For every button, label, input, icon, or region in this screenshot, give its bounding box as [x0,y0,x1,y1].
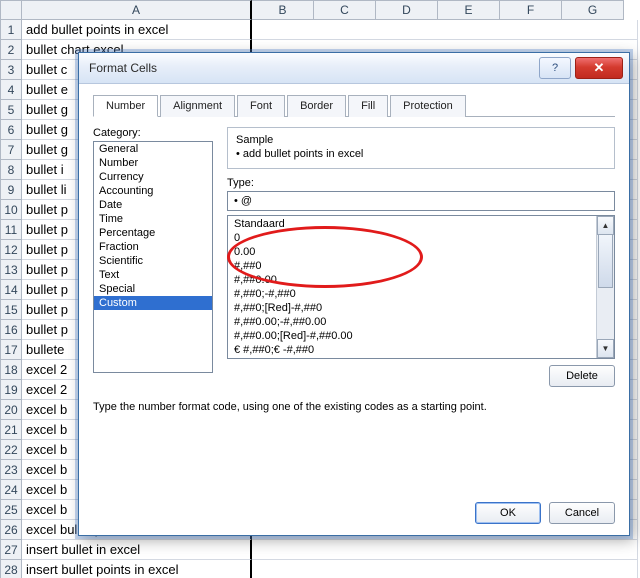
row-header[interactable]: 18 [0,360,22,380]
select-all-corner[interactable] [0,0,22,20]
category-item[interactable]: Accounting [94,184,212,198]
ok-button[interactable]: OK [475,502,541,524]
format-code-item[interactable]: #,##0.00;-#,##0.00 [228,315,614,329]
cell[interactable]: insert bullet in excel [22,540,252,560]
column-header-B[interactable]: B [252,0,314,20]
format-code-item[interactable]: #,##0.00;[Red]-#,##0.00 [228,329,614,343]
format-list-scrollbar[interactable]: ▲ ▼ [596,216,614,358]
column-header-E[interactable]: E [438,0,500,20]
column-header-F[interactable]: F [500,0,562,20]
tab-border[interactable]: Border [287,95,346,117]
column-header-C[interactable]: C [314,0,376,20]
dialog-tabs: NumberAlignmentFontBorderFillProtection [93,94,615,117]
format-code-item[interactable]: #,##0.00 [228,273,614,287]
row-header[interactable]: 2 [0,40,22,60]
format-code-item[interactable]: 0 [228,231,614,245]
close-icon: ✕ [594,60,605,76]
scroll-down-button[interactable]: ▼ [597,339,614,358]
row-header[interactable]: 16 [0,320,22,340]
tab-fill[interactable]: Fill [348,95,388,117]
row-header[interactable]: 21 [0,420,22,440]
column-header-A[interactable]: A [22,0,252,20]
close-button[interactable]: ✕ [575,57,623,79]
format-code-item[interactable]: € #,##0;€ -#,##0 [228,343,614,357]
category-item[interactable]: Date [94,198,212,212]
category-item[interactable]: Currency [94,170,212,184]
row-header[interactable]: 13 [0,260,22,280]
sample-value: • add bullet points in excel [236,148,606,160]
dialog-titlebar[interactable]: Format Cells ? ✕ [79,53,629,84]
format-code-item[interactable]: Standaard [228,217,614,231]
type-label: Type: [227,177,615,189]
row-header[interactable]: 26 [0,520,22,540]
type-input[interactable] [227,191,615,211]
row-header[interactable]: 12 [0,240,22,260]
row-header[interactable]: 6 [0,120,22,140]
category-item[interactable]: Number [94,156,212,170]
category-item[interactable]: Text [94,268,212,282]
row-header[interactable]: 7 [0,140,22,160]
format-code-list[interactable]: Standaard00.00#,##0#,##0.00#,##0;-#,##0#… [227,215,615,359]
row-header[interactable]: 20 [0,400,22,420]
tab-number[interactable]: Number [93,95,158,117]
row-header[interactable]: 14 [0,280,22,300]
row-header[interactable]: 4 [0,80,22,100]
scroll-up-button[interactable]: ▲ [597,216,614,235]
row-header[interactable]: 17 [0,340,22,360]
format-code-item[interactable]: #,##0;-#,##0 [228,287,614,301]
row-header[interactable]: 15 [0,300,22,320]
category-item[interactable]: General [94,142,212,156]
row-header[interactable]: 28 [0,560,22,578]
row-header[interactable]: 9 [0,180,22,200]
cell[interactable]: add bullet points in excel [22,20,252,40]
question-icon: ? [552,62,558,74]
cell[interactable]: insert bullet points in excel [22,560,252,578]
tab-protection[interactable]: Protection [390,95,466,117]
row-header[interactable]: 22 [0,440,22,460]
category-item[interactable]: Percentage [94,226,212,240]
row-header[interactable]: 1 [0,20,22,40]
category-item[interactable]: Fraction [94,240,212,254]
sample-label: Sample [236,134,606,146]
format-code-item[interactable]: #,##0;[Red]-#,##0 [228,301,614,315]
category-item[interactable]: Special [94,282,212,296]
format-cells-dialog: Format Cells ? ✕ NumberAlignmentFontBord… [78,52,630,536]
row-header[interactable]: 8 [0,160,22,180]
scroll-thumb[interactable] [598,234,613,288]
category-item[interactable]: Custom [94,296,212,310]
column-header-D[interactable]: D [376,0,438,20]
format-code-item[interactable]: € #,##0;[Red]€ -#,##0 [228,357,614,359]
row-header[interactable]: 5 [0,100,22,120]
row-header[interactable]: 25 [0,500,22,520]
category-list[interactable]: GeneralNumberCurrencyAccountingDateTimeP… [93,141,213,373]
dialog-title: Format Cells [89,61,535,75]
cell[interactable] [252,560,638,578]
column-header-G[interactable]: G [562,0,624,20]
help-text: Type the number format code, using one o… [93,401,615,413]
row-header[interactable]: 23 [0,460,22,480]
row-header[interactable]: 3 [0,60,22,80]
category-item[interactable]: Scientific [94,254,212,268]
row-header[interactable]: 19 [0,380,22,400]
row-header[interactable]: 10 [0,200,22,220]
format-code-item[interactable]: #,##0 [228,259,614,273]
row-header[interactable]: 11 [0,220,22,240]
category-item[interactable]: Time [94,212,212,226]
category-label: Category: [93,127,213,139]
help-button[interactable]: ? [539,57,571,79]
cell[interactable] [252,20,638,40]
cell[interactable] [252,540,638,560]
column-headers: A B C D E F G [0,0,640,20]
tab-font[interactable]: Font [237,95,285,117]
row-header[interactable]: 24 [0,480,22,500]
row-header[interactable]: 27 [0,540,22,560]
delete-button[interactable]: Delete [549,365,615,387]
tab-alignment[interactable]: Alignment [160,95,235,117]
format-code-item[interactable]: 0.00 [228,245,614,259]
sample-box: Sample • add bullet points in excel [227,127,615,169]
cancel-button[interactable]: Cancel [549,502,615,524]
